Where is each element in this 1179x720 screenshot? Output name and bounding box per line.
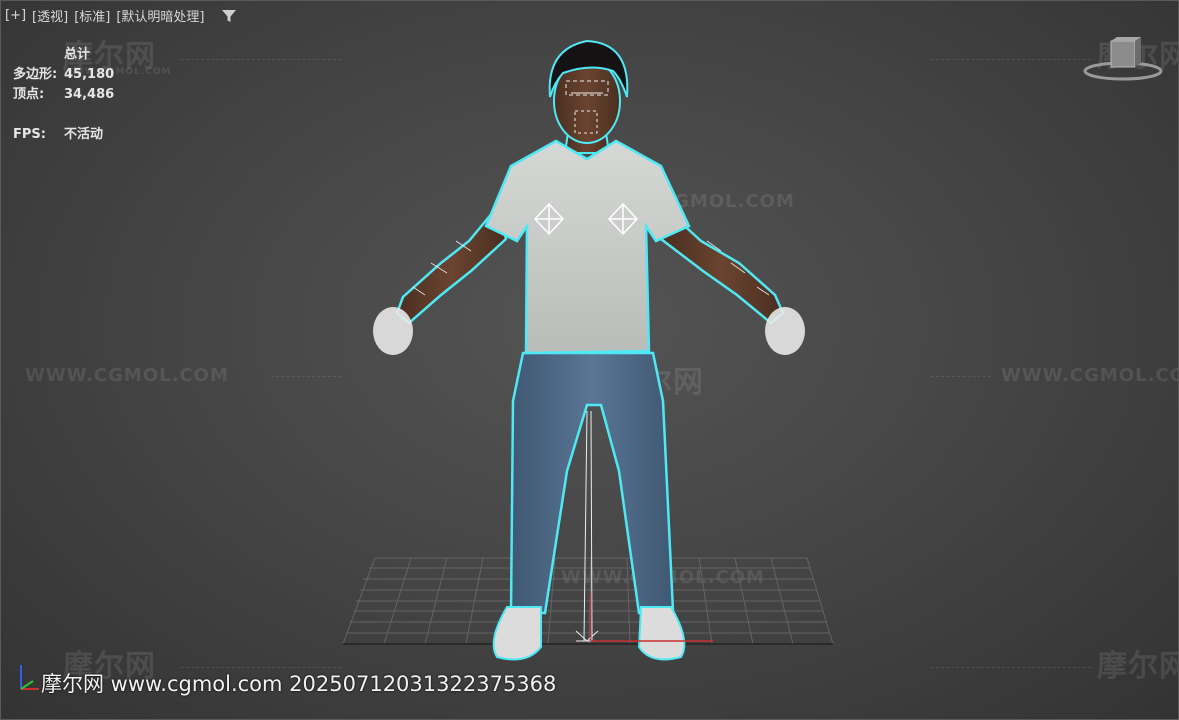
filter-icon[interactable] — [221, 8, 237, 24]
scene-canvas[interactable] — [1, 1, 1179, 720]
home-grid — [342, 557, 834, 645]
fps-label: FPS: — [13, 127, 46, 142]
footer-watermark: 摩尔网 www.cgmol.com 20250712031322375368 — [41, 672, 557, 696]
viewport-plus-menu[interactable]: [+] — [5, 8, 26, 23]
viewport-view-menu[interactable]: [透视] — [32, 6, 68, 25]
perspective-viewport[interactable]: [+] [透视] [标准] [默认明暗处理] 总计 多边形: 45,180 顶点:… — [0, 0, 1179, 720]
viewport-lighting-menu[interactable]: [默认明暗处理] — [116, 6, 204, 25]
viewport-shading-menu[interactable]: [标准] — [74, 6, 110, 25]
character-model[interactable] — [373, 39, 805, 661]
vertices-label: 顶点: — [13, 87, 45, 102]
viewcube-icon[interactable] — [1081, 37, 1177, 87]
polygons-label: 多边形: — [13, 67, 58, 82]
stats-total-label: 总计 — [64, 47, 91, 62]
vertices-value: 34,486 — [64, 87, 115, 102]
fps-value: 不活动 — [64, 127, 104, 142]
scene-statistics: 总计 多边形: 45,180 顶点: 34,486 FPS: 不活动 — [13, 45, 114, 145]
viewport-header: [+] [透视] [标准] [默认明暗处理] — [5, 6, 237, 25]
polygons-value: 45,180 — [64, 67, 115, 82]
